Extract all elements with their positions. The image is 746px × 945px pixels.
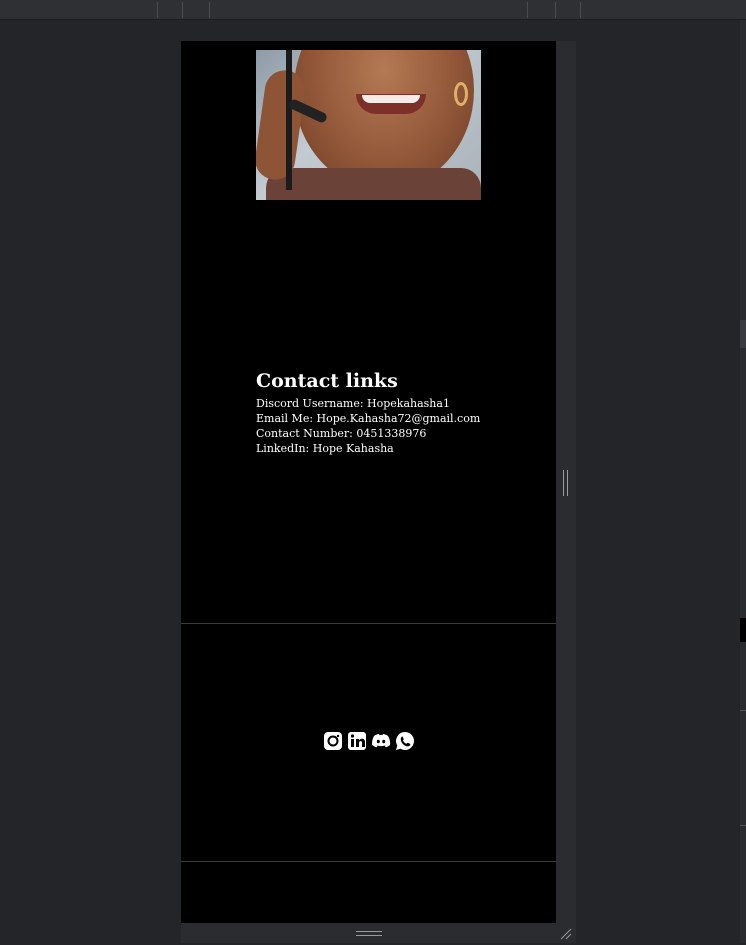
instagram-icon[interactable] [323, 731, 343, 751]
email-line[interactable]: Email Me: Hope.Kahasha72@gmail.com [256, 411, 480, 426]
contact-title: Contact links [256, 370, 398, 392]
toolbar-separator [527, 2, 528, 18]
toolbar-separator [555, 2, 556, 18]
devtools-side-panel [740, 20, 746, 943]
contact-number: Contact Number: 0451338976 [256, 427, 427, 440]
social-links [323, 731, 415, 751]
horizontal-grip-icon[interactable] [356, 931, 382, 936]
vertical-grip-icon[interactable] [563, 470, 568, 496]
discord-username: Discord Username: Hopekahasha1 [256, 397, 450, 410]
contact-section: Contact links Discord Username: Hopekaha… [256, 370, 480, 456]
linkedin-line[interactable]: LinkedIn: Hope Kahasha [256, 441, 480, 456]
discord-icon[interactable] [371, 731, 391, 751]
bottom-divider [181, 861, 556, 862]
support-agent-photo [256, 50, 481, 200]
toolbar-separator [209, 2, 210, 18]
footer-divider [181, 623, 556, 624]
toolbar-separator [580, 2, 581, 18]
linkedin-icon[interactable] [347, 731, 367, 751]
toolbar-separator [157, 2, 158, 18]
toolbar-separator [182, 2, 183, 18]
page-viewport: Contact links Discord Username: Hopekaha… [181, 41, 556, 923]
whatsapp-icon[interactable] [395, 731, 415, 751]
corner-resize-icon[interactable] [559, 926, 573, 940]
devtools-toolbar [0, 0, 746, 20]
